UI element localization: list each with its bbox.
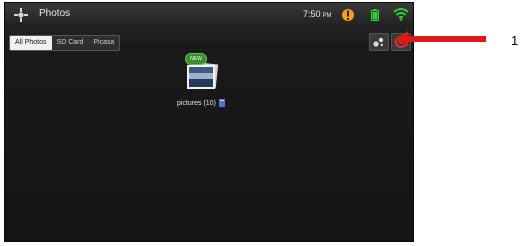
battery-icon: [371, 9, 379, 21]
album-caption: pictures (10): [177, 99, 257, 107]
tab-all-photos[interactable]: All Photos: [10, 36, 52, 50]
tab-picasa[interactable]: Picasa: [88, 36, 119, 50]
photos-gallery-icon[interactable]: [13, 7, 29, 23]
status-bar: Photos 7:50 PM: [5, 3, 413, 27]
device-screen: Photos 7:50PM All Photos SD Card Picasa: [4, 2, 414, 242]
app-title: Photos: [39, 8, 71, 19]
clock-ampm: PM: [322, 13, 332, 19]
callout-number: 1: [511, 33, 519, 48]
source-tabs: All Photos SD Card Picasa: [9, 35, 121, 51]
clock: 7:50 PM: [303, 9, 332, 19]
slideshow-icon: [373, 37, 384, 47]
new-badge-label: NEW: [190, 56, 202, 62]
wifi-icon: [393, 8, 409, 21]
clock-time: 7:50: [303, 9, 321, 19]
tab-sd-card[interactable]: SD Card: [52, 36, 89, 50]
sd-card-icon: [218, 99, 225, 107]
callout-arrow: [396, 31, 486, 47]
album-pictures[interactable]: NEW pictures (10): [177, 53, 257, 113]
alert-icon[interactable]: [341, 7, 355, 23]
slideshow-button[interactable]: [369, 33, 389, 51]
new-badge: NEW: [185, 53, 207, 65]
album-label: pictures (10): [177, 99, 216, 107]
